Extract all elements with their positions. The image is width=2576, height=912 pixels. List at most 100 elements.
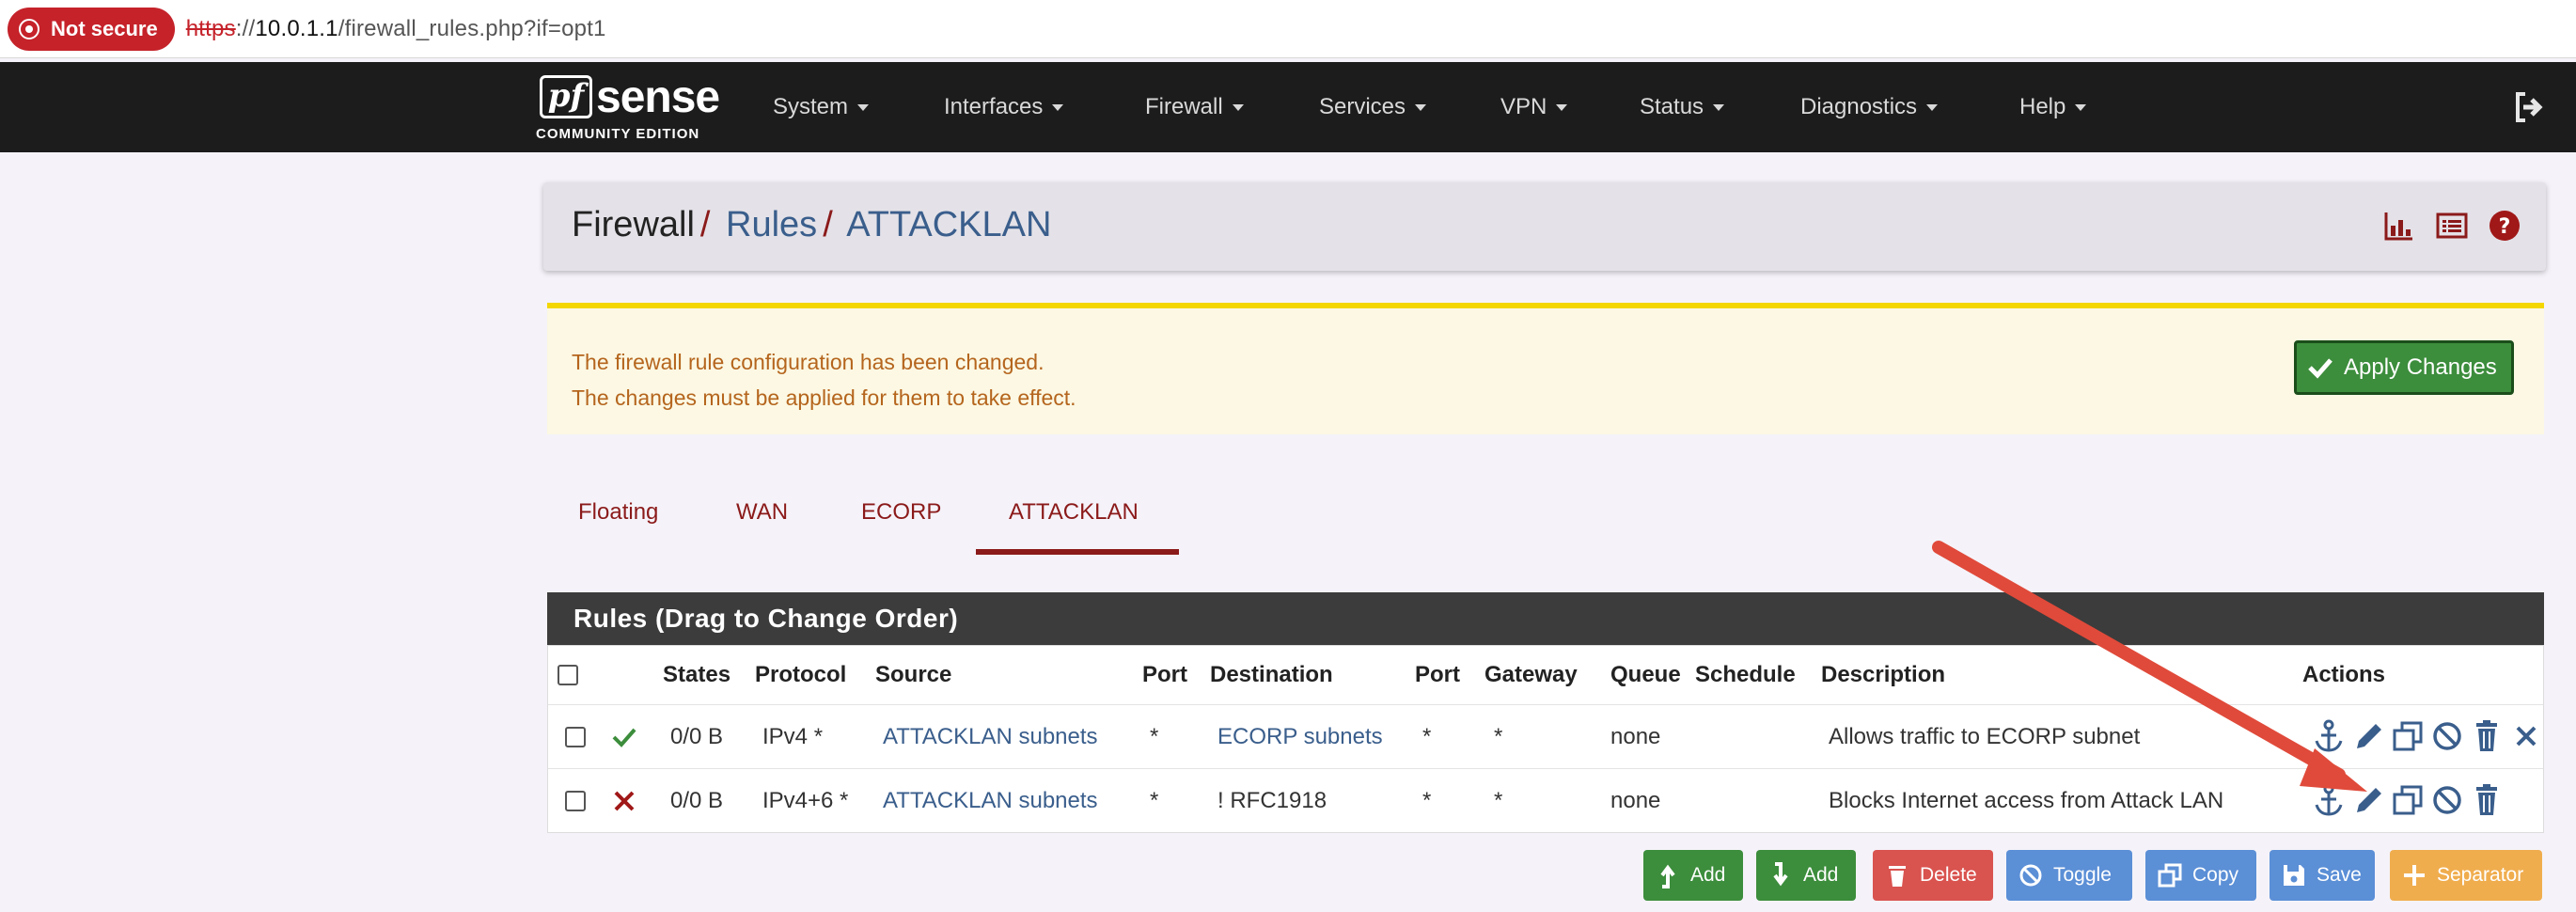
rule-source[interactable]: ATTACKLAN subnets: [883, 769, 1098, 833]
caret-down-icon: [857, 103, 870, 111]
copy-button[interactable]: Copy: [2145, 850, 2256, 901]
nav-help[interactable]: Help: [2019, 62, 2087, 152]
nav-vpn[interactable]: VPN: [1500, 62, 1568, 152]
pfsense-logo[interactable]: pf sense COMMUNITY EDITION: [536, 70, 724, 145]
caret-down-icon: [2075, 103, 2087, 111]
tab-floating[interactable]: Floating: [578, 489, 658, 536]
checkbox-box: [565, 727, 586, 747]
add-rule-bottom-button[interactable]: Add: [1756, 850, 1856, 901]
top-navbar: pf sense COMMUNITY EDITION System Interf…: [0, 62, 2576, 152]
tab-ecorp[interactable]: ECORP: [861, 489, 941, 536]
nav-label: Diagnostics: [1800, 94, 1918, 119]
disable-icon[interactable]: [2430, 782, 2464, 818]
breadcrumb-rules[interactable]: Rules: [726, 205, 817, 244]
col-dest-port[interactable]: Port: [1415, 646, 1460, 704]
plus-icon: [2401, 862, 2427, 888]
tab-wan[interactable]: WAN: [736, 489, 788, 536]
checkbox-box: [565, 791, 586, 811]
anchor-icon[interactable]: [2312, 718, 2346, 754]
rule-states: 0/0 B: [670, 724, 724, 749]
logout-icon[interactable]: [2510, 88, 2548, 126]
nav-interfaces[interactable]: Interfaces: [944, 62, 1064, 152]
disable-icon[interactable]: [2430, 718, 2464, 754]
edit-pencil-icon[interactable]: [2351, 782, 2385, 818]
breadcrumb-panel: Firewall / Rules / ATTACKLAN ?: [543, 182, 2546, 271]
security-indicator[interactable]: Not secure: [8, 7, 175, 51]
add-rule-top-button[interactable]: Add: [1643, 850, 1743, 901]
nav-services[interactable]: Services: [1319, 62, 1427, 152]
nav-label: Services: [1319, 94, 1406, 119]
col-source-port[interactable]: Port: [1142, 646, 1187, 704]
url-text[interactable]: https://10.0.1.1/firewall_rules.php?if=o…: [186, 16, 606, 42]
caret-down-icon: [1926, 103, 1939, 111]
row-checkbox[interactable]: [565, 705, 586, 769]
col-queue[interactable]: Queue: [1610, 646, 1681, 704]
url-protocol: https: [185, 15, 236, 41]
separator-button[interactable]: Separator: [2390, 850, 2542, 901]
apply-changes-label: Apply Changes: [2344, 354, 2497, 380]
pass-check-icon: [610, 705, 638, 769]
tab-label: ECORP: [861, 499, 942, 525]
nav-label: Firewall: [1145, 94, 1223, 119]
rule-protocol: IPv4 *: [762, 724, 824, 749]
copy-icon[interactable]: [2391, 782, 2425, 818]
svg-text:?: ?: [2499, 215, 2511, 239]
nav-firewall[interactable]: Firewall: [1145, 62, 1244, 152]
copy-icon[interactable]: [2391, 718, 2425, 754]
row-checkbox[interactable]: [565, 769, 586, 833]
block-x-icon: [610, 769, 638, 833]
nav-status[interactable]: Status: [1640, 62, 1725, 152]
rule-destination[interactable]: ECORP subnets: [1217, 705, 1383, 769]
col-actions: Actions: [2302, 662, 2386, 687]
anchor-icon[interactable]: [2312, 782, 2346, 818]
caret-down-icon: [1415, 103, 1427, 111]
tab-attacklan[interactable]: ATTACKLAN: [1009, 489, 1139, 536]
edit-pencil-icon[interactable]: [2351, 718, 2385, 754]
save-button[interactable]: Save: [2270, 850, 2375, 901]
rule-source-port: *: [1150, 788, 1159, 813]
help-icon[interactable]: ?: [2488, 209, 2521, 243]
button-label: Toggle: [2053, 864, 2112, 886]
logo-subtitle: COMMUNITY EDITION: [536, 126, 700, 142]
list-icon[interactable]: [2435, 209, 2469, 243]
rule-destination: ! RFC1918: [1217, 788, 1327, 813]
col-states[interactable]: States: [663, 646, 730, 704]
breadcrumb-firewall: Firewall: [572, 205, 695, 244]
rule-description: Allows traffic to ECORP subnet: [1829, 724, 2141, 749]
caret-down-icon: [1232, 103, 1244, 111]
nav-system[interactable]: System: [773, 62, 870, 152]
copy-icon: [2157, 862, 2183, 888]
tab-label: Floating: [578, 499, 659, 525]
delete-button[interactable]: Delete: [1873, 850, 1993, 901]
button-label: Copy: [2192, 864, 2239, 886]
table-row[interactable]: 0/0 B IPv4 * ATTACKLAN subnets * ECORP s…: [548, 704, 2543, 768]
toggle-button[interactable]: Toggle: [2006, 850, 2132, 901]
rule-source[interactable]: ATTACKLAN subnets: [883, 705, 1098, 769]
nav-diagnostics[interactable]: Diagnostics: [1800, 62, 1939, 152]
url-protocol-sep: ://: [235, 15, 256, 41]
breadcrumb: Firewall / Rules / ATTACKLAN: [572, 205, 1051, 245]
col-source[interactable]: Source: [875, 646, 951, 704]
col-gateway[interactable]: Gateway: [1484, 646, 1578, 704]
trash-icon[interactable]: [2470, 718, 2504, 754]
col-protocol[interactable]: Protocol: [755, 646, 846, 704]
warning-icon: [19, 18, 39, 39]
col-schedule[interactable]: Schedule: [1695, 646, 1796, 704]
arrow-up-icon: [1655, 862, 1681, 888]
trash-icon[interactable]: [2470, 782, 2504, 818]
rule-protocol: IPv4+6 *: [762, 788, 849, 813]
close-icon[interactable]: [2509, 718, 2543, 754]
ban-icon: [2018, 862, 2044, 888]
col-destination[interactable]: Destination: [1210, 646, 1333, 704]
logo-pf-mark: pf: [540, 75, 592, 118]
col-description[interactable]: Description: [1821, 646, 1945, 704]
row-actions: [2312, 782, 2504, 818]
breadcrumb-attacklan[interactable]: ATTACKLAN: [846, 205, 1051, 244]
rule-gateway: *: [1494, 724, 1503, 749]
apply-changes-button[interactable]: Apply Changes: [2294, 340, 2514, 395]
select-all-checkbox[interactable]: [558, 646, 578, 704]
browser-address-bar[interactable]: Not secure https://10.0.1.1/firewall_rul…: [0, 0, 2576, 58]
chart-icon[interactable]: [2382, 209, 2416, 243]
logo-sense-text: sense: [596, 72, 720, 122]
table-row[interactable]: 0/0 B IPv4+6 * ATTACKLAN subnets * ! RFC…: [548, 768, 2543, 832]
